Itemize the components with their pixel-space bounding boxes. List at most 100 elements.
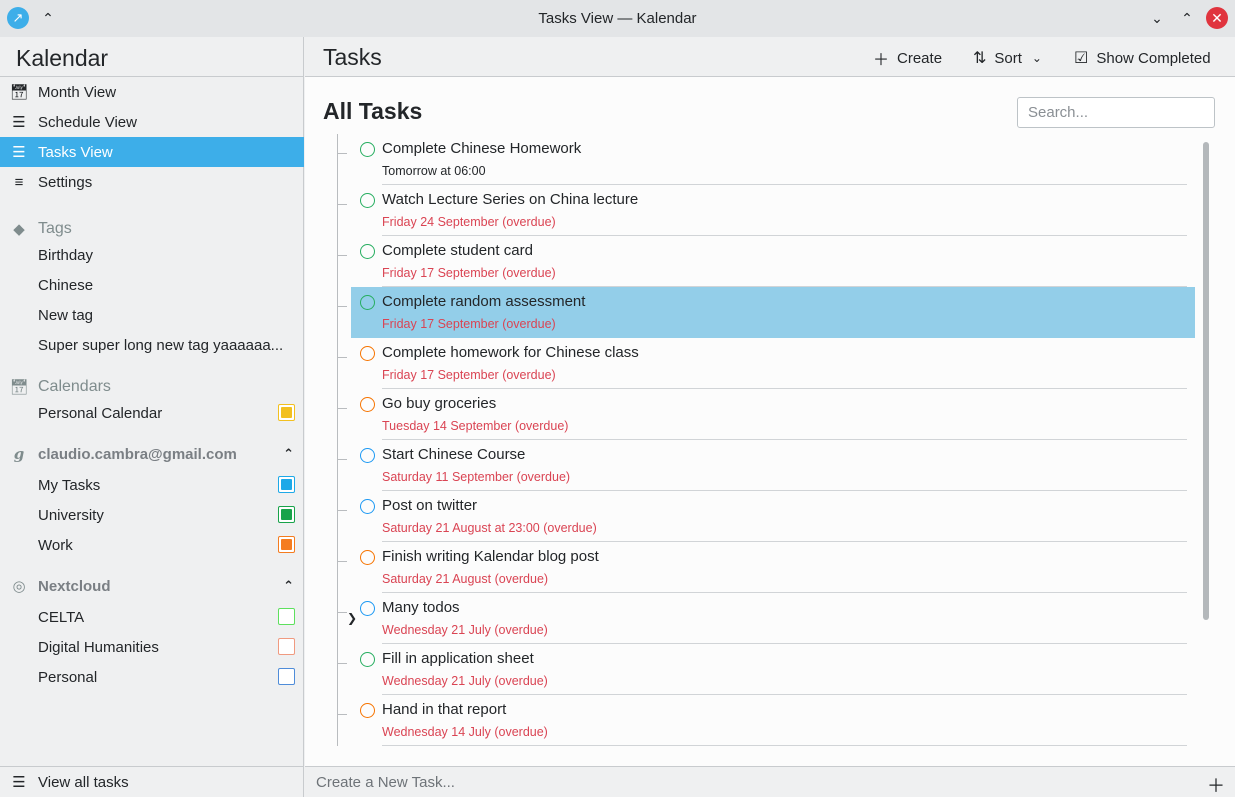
tree-branch	[337, 255, 347, 256]
task-row[interactable]: Watch Lecture Series on China lecture Fri…	[337, 185, 1195, 236]
task-complete-checkbox[interactable]	[360, 448, 375, 463]
show-completed-button[interactable]: ☑ Show Completed	[1074, 47, 1211, 69]
task-row[interactable]: Go buy groceries Tuesday 14 September (ov…	[337, 389, 1195, 440]
tag-item-new-tag[interactable]: New tag	[38, 300, 300, 330]
google-account-heading[interactable]: g claudio.cambra@gmail.com ⌃	[0, 441, 304, 467]
task-name: Complete random assessment	[382, 293, 586, 310]
task-complete-checkbox[interactable]	[360, 550, 375, 565]
task-due-date: Wednesday 21 July (overdue)	[382, 623, 548, 637]
tree-branch	[337, 153, 347, 154]
tree-branch	[337, 714, 347, 715]
task-row[interactable]: Complete student card Friday 17 September…	[337, 236, 1195, 287]
window-title: Tasks View — Kalendar	[538, 10, 697, 27]
task-row[interactable]: Fill in application sheet Wednesday 21 Ju…	[337, 644, 1195, 695]
task-row[interactable]: Post on twitter Saturday 21 August at 23:…	[337, 491, 1195, 542]
chevron-up-icon[interactable]: ⌃	[283, 446, 294, 462]
calendar-color-swatch[interactable]	[278, 668, 295, 685]
task-complete-checkbox[interactable]	[360, 244, 375, 259]
calendar-item-work[interactable]: Work	[38, 530, 300, 560]
nav-label: Settings	[38, 173, 93, 191]
task-row[interactable]: ❯ Many todos Wednesday 21 July (overdue)	[337, 593, 1195, 644]
close-icon[interactable]: ✕	[1206, 7, 1228, 29]
calendar-item-digital-humanities[interactable]: Digital Humanities	[38, 632, 300, 662]
task-name: Hand in that report	[382, 701, 507, 718]
plus-icon[interactable]: ＋	[1207, 772, 1225, 797]
tree-branch	[337, 612, 347, 613]
calendar-item-my-tasks[interactable]: My Tasks	[38, 470, 300, 500]
search-input[interactable]	[1017, 97, 1215, 128]
task-row[interactable]: Hand in that report Wednesday 14 July (ov…	[337, 695, 1195, 746]
chevron-down-icon[interactable]: ⌄	[1146, 7, 1168, 29]
scrollbar[interactable]	[1202, 138, 1210, 750]
view-all-tasks-button[interactable]: ☰ View all tasks	[0, 766, 304, 797]
task-name: Fill in application sheet	[382, 650, 534, 667]
tree-line	[337, 134, 338, 746]
nav-schedule-view[interactable]: ☰ Schedule View	[0, 107, 304, 137]
task-due-date: Friday 24 September (overdue)	[382, 215, 556, 229]
task-row[interactable]: Start Chinese Course Saturday 11 Septembe…	[337, 440, 1195, 491]
calendar-icon: 📅︎	[9, 379, 29, 396]
new-task-input[interactable]	[305, 767, 1195, 797]
task-name: Start Chinese Course	[382, 446, 526, 463]
tags-heading: ◆ Tags	[0, 216, 304, 242]
chevron-up-icon[interactable]: ⌃	[1176, 7, 1198, 29]
calendar-color-swatch[interactable]	[278, 476, 295, 493]
task-name: Complete Chinese Homework	[382, 140, 582, 157]
nav-tasks-view[interactable]: ☰ Tasks View	[0, 137, 304, 167]
tag-item-chinese[interactable]: Chinese	[38, 270, 300, 300]
tag-item-long[interactable]: Super super long new tag yaaaaaa...	[38, 330, 300, 360]
task-row[interactable]: Complete homework for Chinese class Frida…	[337, 338, 1195, 389]
task-complete-checkbox[interactable]	[360, 397, 375, 412]
create-button[interactable]: ＋ Create	[873, 47, 942, 70]
plus-icon: ＋	[873, 52, 890, 69]
calendar-item-personal-calendar[interactable]: Personal Calendar	[38, 398, 304, 428]
calendar-color-swatch[interactable]	[278, 608, 295, 625]
calendar-color-swatch[interactable]	[278, 506, 295, 523]
task-complete-checkbox[interactable]	[360, 499, 375, 514]
task-due-date: Saturday 11 September (overdue)	[382, 470, 571, 484]
google-icon: g	[13, 445, 25, 463]
task-due-date: Friday 17 September (overdue)	[382, 317, 556, 331]
calendar-color-swatch[interactable]	[278, 404, 295, 421]
calendar-item-personal[interactable]: Personal	[38, 662, 300, 692]
task-due-date: Wednesday 14 July (overdue)	[382, 725, 548, 739]
task-row[interactable]: Complete Chinese Homework Tomorrow at 06:…	[337, 134, 1195, 185]
new-task-bar: ＋	[305, 766, 1235, 797]
list-title: All Tasks	[323, 98, 423, 124]
nextcloud-heading[interactable]: ◎ Nextcloud ⌃	[0, 573, 304, 599]
task-complete-checkbox[interactable]	[360, 193, 375, 208]
task-complete-checkbox[interactable]	[360, 142, 375, 157]
chevron-right-icon[interactable]: ❯	[347, 611, 357, 625]
tag-item-birthday[interactable]: Birthday	[38, 240, 300, 270]
nav-month-view[interactable]: 📅︎ Month View	[0, 77, 304, 107]
calendar-color-swatch[interactable]	[278, 638, 295, 655]
calendar-item-university[interactable]: University	[38, 500, 300, 530]
window-titlebar: ↗ ⌃ Tasks View — Kalendar ⌄ ⌃ ✕	[0, 0, 1235, 37]
task-complete-checkbox[interactable]	[360, 346, 375, 361]
calendars-heading: 📅︎ Calendars	[9, 378, 111, 396]
task-name: Watch Lecture Series on China lecture	[382, 191, 639, 208]
sort-icon: ⇅	[973, 50, 987, 67]
row-separator	[382, 745, 1187, 746]
task-complete-checkbox[interactable]	[360, 652, 375, 667]
nav-settings[interactable]: ≡ Settings	[0, 167, 304, 197]
task-complete-checkbox[interactable]	[360, 295, 375, 310]
task-complete-checkbox[interactable]	[360, 601, 375, 616]
chevron-up-icon[interactable]: ⌃	[283, 578, 294, 594]
calendar-month-icon: 📅︎	[9, 84, 29, 101]
tree-branch	[337, 357, 347, 358]
main-panel: Tasks ＋ Create ⇅ Sort ⌄ ☑ Show Completed…	[305, 37, 1235, 797]
calendar-color-swatch[interactable]	[278, 536, 295, 553]
calendar-item-celta[interactable]: CELTA	[38, 602, 300, 632]
task-row[interactable]: Complete random assessment Friday 17 Sept…	[337, 287, 1195, 338]
sidebar-title: Kalendar	[16, 45, 109, 71]
nav-label: Tasks View	[38, 143, 113, 161]
task-complete-checkbox[interactable]	[360, 703, 375, 718]
scrollbar-thumb[interactable]	[1203, 142, 1209, 620]
schedule-list-icon: ☰	[12, 114, 26, 131]
page-title: Tasks	[323, 44, 382, 70]
tasks-list-icon: ☰	[12, 144, 26, 161]
sort-button[interactable]: ⇅ Sort ⌄	[973, 47, 1042, 69]
globe-icon: ◎	[12, 578, 26, 595]
task-row[interactable]: Finish writing Kalendar blog post Saturda…	[337, 542, 1195, 593]
